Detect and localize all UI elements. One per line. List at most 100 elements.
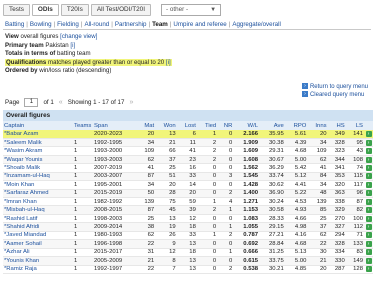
arrow-right-icon[interactable]: › <box>365 139 372 146</box>
col-span[interactable]: Span <box>93 121 137 130</box>
ordered-value: win/loss ratio (descending) <box>39 67 112 74</box>
cell-captain[interactable]: *Aamer Sohail <box>3 239 73 249</box>
cell-span: 1993-2003 <box>93 155 137 165</box>
cell-ave: 30.58 <box>259 205 285 215</box>
nav-umpire-referee[interactable]: Umpire and referee <box>171 21 228 28</box>
tab-tests[interactable]: Tests <box>3 4 30 16</box>
cell-captain[interactable]: *Inzamam-ul-Haq <box>3 172 73 182</box>
arrow-right-icon[interactable]: › <box>365 164 372 171</box>
col-teams[interactable]: Teams <box>73 121 93 130</box>
return-query-menu[interactable]: › Return to query menu <box>301 83 368 91</box>
cell-captain[interactable]: *Saleem Malik <box>3 138 73 148</box>
arrow-right-icon[interactable]: › <box>365 257 372 264</box>
cell-ls: 43 <box>345 146 364 156</box>
nav-aggregate-overall[interactable]: Aggregate/overall <box>230 21 283 28</box>
arrow-right-icon[interactable]: › <box>365 190 372 197</box>
cell-captain[interactable]: *Wasim Akram <box>3 146 73 156</box>
cell-captain[interactable]: *Moin Khan <box>3 180 73 190</box>
col-mat[interactable]: Mat <box>137 121 156 130</box>
cell-lost: 41 <box>176 146 197 156</box>
cell-captain[interactable]: *Imran Khan <box>3 197 73 207</box>
cell-lost: 6 <box>176 130 197 139</box>
row-action-cell: › <box>364 189 373 199</box>
change-view-link[interactable]: [change view] <box>60 33 97 40</box>
arrow-right-icon[interactable]: › <box>365 130 372 137</box>
cell-captain[interactable]: *Javed Miandad <box>3 231 73 241</box>
cell-wl: 1.608 <box>233 155 260 165</box>
col-captain[interactable]: Captain <box>3 121 73 130</box>
arrow-right-icon[interactable]: › <box>365 156 372 163</box>
cleared-query-menu[interactable]: › Cleared query menu <box>301 91 368 99</box>
table-row: *Misbah-ul-Haq 1 2008-2015 87 45 39 2 1 1.153 30.… <box>3 205 373 215</box>
other-format-select[interactable]: - other - ▼ <box>161 4 222 16</box>
cell-captain[interactable]: *Younis Khan <box>3 256 73 266</box>
cell-captain[interactable]: *Azhar Ali <box>3 248 73 258</box>
cell-captain[interactable]: *Shahid Afridi <box>3 222 73 232</box>
cell-ls: 83 <box>345 248 364 258</box>
qualifications-info-link[interactable]: [i] <box>166 59 171 66</box>
arrow-right-icon[interactable]: › <box>365 181 372 188</box>
cell-won: 8 <box>155 256 177 266</box>
arrow-right-icon[interactable]: › <box>365 173 372 180</box>
arrow-right-icon[interactable]: › <box>365 224 372 231</box>
col-inns[interactable]: Inns <box>307 121 328 130</box>
col-won[interactable]: Won <box>155 121 177 130</box>
cell-captain[interactable]: *Sarfaraz Ahmed <box>3 189 73 199</box>
cell-teams: 1 <box>73 256 93 266</box>
cell-rpo: 5.00 <box>284 155 308 165</box>
col-rpo[interactable]: RPO <box>284 121 308 130</box>
cell-captain[interactable]: *Babar Azam <box>3 130 73 139</box>
arrow-right-icon[interactable]: › <box>365 266 372 273</box>
cell-captain[interactable]: *Ramiz Raja <box>3 265 73 274</box>
cell-tied: 0 <box>196 163 218 173</box>
table-row: *Javed Miandad 1 1980-1993 62 26 33 1 2 0.787 27.… <box>3 231 373 241</box>
cell-hs: 328 <box>327 239 346 249</box>
col-ls[interactable]: LS <box>345 121 364 130</box>
arrow-right-icon[interactable]: › <box>365 148 372 155</box>
cell-won: 66 <box>155 146 177 156</box>
cell-wl: 1.562 <box>233 163 260 173</box>
prev-page-icon[interactable]: « <box>59 99 63 106</box>
col-action <box>364 121 373 130</box>
arrow-right-icon[interactable]: › <box>365 215 372 222</box>
nav-team[interactable]: Team <box>150 21 170 28</box>
cell-tied: 0 <box>196 239 218 249</box>
cell-captain[interactable]: *Waqar Younis <box>3 155 73 165</box>
cell-inns: 109 <box>307 146 328 156</box>
col-wl[interactable]: W/L <box>233 121 260 130</box>
arrow-right-icon[interactable]: › <box>365 249 372 256</box>
cell-mat: 21 <box>137 256 156 266</box>
cell-won: 19 <box>155 222 177 232</box>
cell-teams: 1 <box>73 172 93 182</box>
arrow-right-icon[interactable]: › <box>365 232 372 239</box>
nav-batting[interactable]: Batting <box>3 21 26 28</box>
col-ave[interactable]: Ave <box>259 121 285 130</box>
nav-fielding[interactable]: Fielding <box>55 21 81 28</box>
cell-nr: 0 <box>217 146 234 156</box>
page-input[interactable]: 1 <box>24 98 39 107</box>
nav-partnership[interactable]: Partnership <box>113 21 149 28</box>
arrow-right-icon[interactable]: › <box>365 240 372 247</box>
arrow-right-icon[interactable]: › <box>365 207 372 214</box>
next-page-icon[interactable]: » <box>129 99 133 106</box>
format-tabs: Tests ODIs T20Is All Test/ODI/T20I - oth… <box>3 3 222 17</box>
nav-bowling[interactable]: Bowling <box>28 21 54 28</box>
cell-ls: 108 <box>345 155 364 165</box>
cell-captain[interactable]: *Misbah-ul-Haq <box>3 205 73 215</box>
cell-teams: 1 <box>73 146 93 156</box>
tab-t20is[interactable]: T20Is <box>60 4 89 16</box>
col-tied[interactable]: Tied <box>196 121 218 130</box>
col-lost[interactable]: Lost <box>176 121 197 130</box>
nav-all-round[interactable]: All-round <box>82 21 111 28</box>
tab-all-formats[interactable]: All Test/ODI/T20I <box>90 4 152 16</box>
primary-team-info-link[interactable]: [i] <box>70 42 75 49</box>
cell-captain[interactable]: *Rashid Latif <box>3 214 73 224</box>
table-row: *Shoaib Malik 1 2007-2019 41 25 16 0 0 1.562 36.2… <box>3 163 373 173</box>
col-hs[interactable]: HS <box>327 121 346 130</box>
tab-odis[interactable]: ODIs <box>31 4 59 16</box>
view-label: View <box>5 33 19 40</box>
cell-captain[interactable]: *Shoaib Malik <box>3 163 73 173</box>
arrow-right-icon[interactable]: › <box>365 198 372 205</box>
cell-wl: 1.153 <box>233 205 260 215</box>
col-nr[interactable]: NR <box>217 121 234 130</box>
